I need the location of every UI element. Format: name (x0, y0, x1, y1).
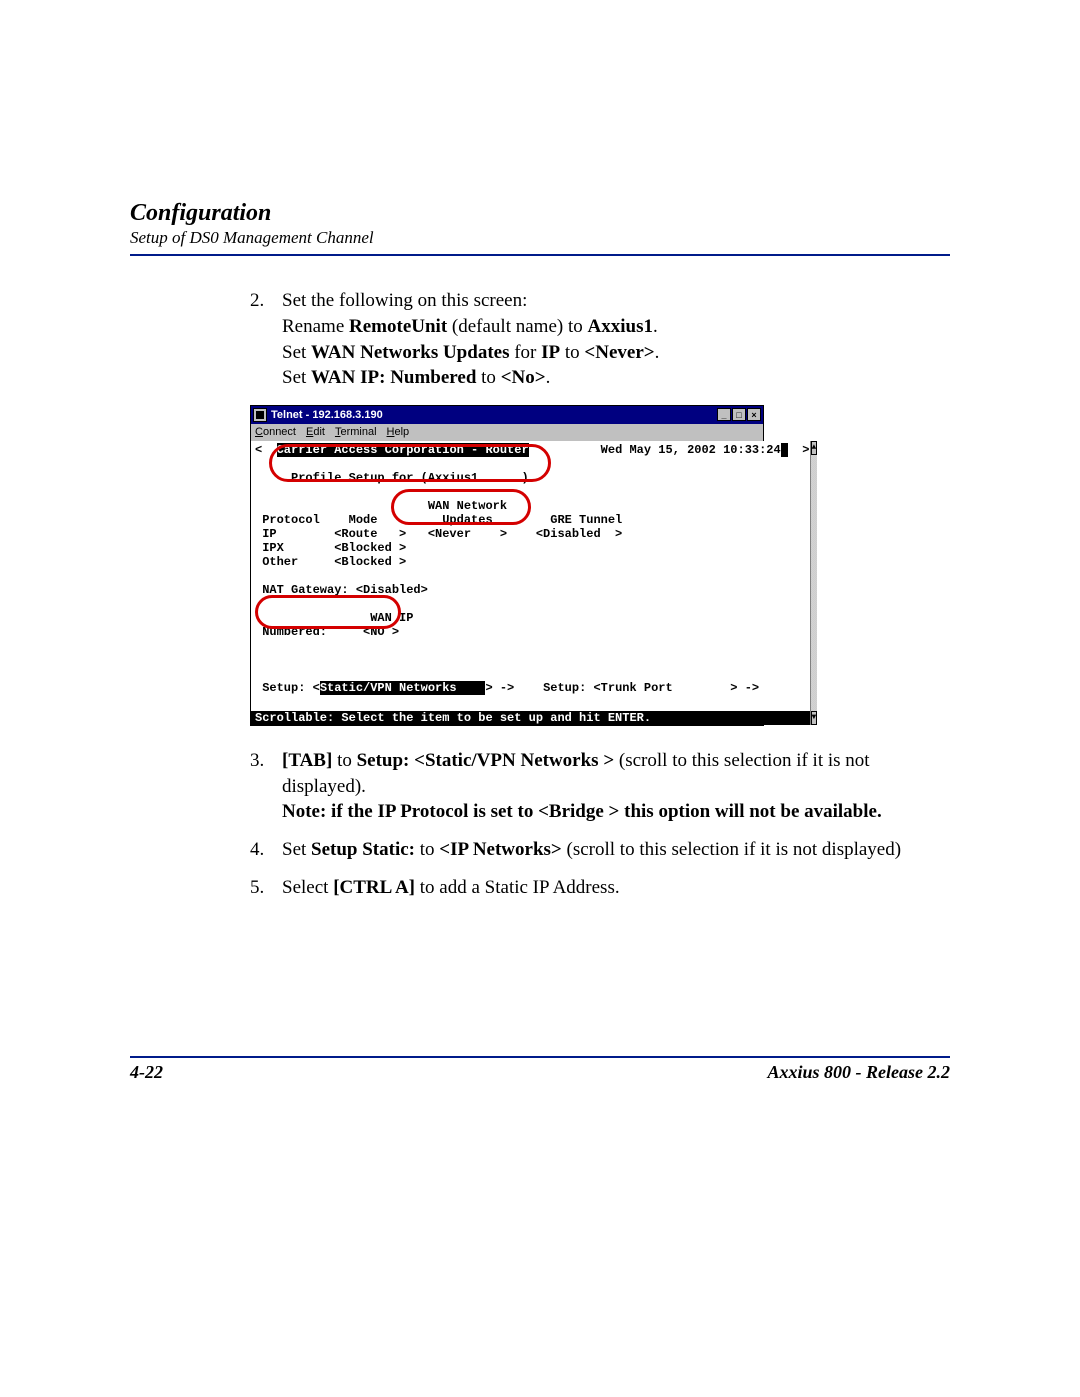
header-rule (130, 254, 950, 256)
term-line: < Carrier Access Corporation - Router We… (251, 443, 810, 457)
scroll-up-button[interactable]: ▲ (811, 441, 818, 455)
term-line: IP <Route > <Never > <Disabled > (251, 527, 810, 541)
bold: WAN IP: Numbered (311, 367, 476, 388)
text: Set (282, 367, 311, 388)
page-subtitle: Setup of DS0 Management Channel (130, 228, 950, 248)
step-index: 4. (250, 837, 282, 863)
bold: Setup Static: (311, 839, 415, 860)
step-3: 3. [TAB] to Setup: <Static/VPN Networks … (250, 748, 950, 825)
term-line: Profile Setup for (Axxius1 ) (251, 471, 810, 485)
step-4: 4. Set Setup Static: to <IP Networks> (s… (250, 837, 950, 863)
menu-help[interactable]: Help (387, 425, 410, 439)
product-release: Axxius 800 - Release 2.2 (768, 1062, 951, 1083)
bold: Axxius1 (588, 316, 653, 337)
text: . (653, 316, 658, 337)
text: to (415, 839, 439, 860)
inverse-text: Static/VPN Networks (320, 681, 486, 695)
step-index: 3. (250, 748, 282, 825)
bold: WAN Networks Updates (311, 342, 509, 363)
bold: RemoteUnit (349, 316, 447, 337)
step-2: 2. Set the following on this screen: Ren… (250, 288, 950, 391)
menu-edit[interactable]: Edit (306, 425, 325, 439)
step-body: Set Setup Static: to <IP Networks> (scro… (282, 837, 950, 863)
bold: <Never> (584, 342, 654, 363)
scrollbar[interactable]: ▲ ▼ (810, 441, 818, 725)
key-label: [TAB] (282, 750, 332, 771)
inverse-text: Carrier Access Corporation - Router (277, 443, 529, 457)
page-number: 4-22 (130, 1062, 163, 1083)
term-line (251, 667, 810, 681)
text: Set the following on this screen: (282, 290, 527, 311)
bold: Setup: <Static/VPN Networks > (357, 750, 615, 771)
page-title: Configuration (130, 200, 950, 226)
menu-terminal[interactable]: Terminal (335, 425, 377, 439)
term-line: Setup: <Static/VPN Networks > -> Setup: … (251, 681, 810, 695)
bold: <IP Networks> (439, 839, 561, 860)
term-line (251, 485, 810, 499)
step-index: 2. (250, 288, 282, 391)
term-line: Numbered: <NO > (251, 625, 810, 639)
text: Set (282, 839, 311, 860)
close-button[interactable]: × (747, 408, 761, 421)
term-line: WAN IP (251, 611, 810, 625)
text: Select (282, 877, 333, 898)
text: . (546, 367, 551, 388)
key-label: [CTRL A] (333, 877, 415, 898)
text: Rename (282, 316, 349, 337)
menubar: Connect Edit Terminal Help (251, 424, 763, 441)
minimize-button[interactable]: _ (717, 408, 731, 421)
page-footer: 4-22 Axxius 800 - Release 2.2 (130, 1056, 950, 1083)
term-line (251, 653, 810, 667)
bold: <No> (501, 367, 546, 388)
window-title: Telnet - 192.168.3.190 (271, 408, 383, 422)
term-line (251, 457, 810, 471)
step-index: 5. (250, 875, 282, 901)
titlebar[interactable]: Telnet - 192.168.3.190 _ □ × (251, 406, 763, 424)
text: to (476, 367, 500, 388)
maximize-button[interactable]: □ (732, 408, 746, 421)
text: to (560, 342, 584, 363)
status-line: Scrollable: Select the item to be set up… (251, 711, 810, 725)
scroll-down-button[interactable]: ▼ (811, 711, 818, 725)
term-line (251, 597, 810, 611)
bold: IP (541, 342, 560, 363)
term-line: IPX <Blocked > (251, 541, 810, 555)
text: for (509, 342, 541, 363)
term-line: Protocol Mode Updates GRE Tunnel (251, 513, 810, 527)
terminal-area[interactable]: < Carrier Access Corporation - Router We… (251, 441, 810, 725)
text: . (655, 342, 660, 363)
text: to (332, 750, 356, 771)
text: Set (282, 342, 311, 363)
step-body: [TAB] to Setup: <Static/VPN Networks > (… (282, 748, 950, 825)
cursor (781, 443, 788, 457)
term-line: WAN Network (251, 499, 810, 513)
scroll-track[interactable] (811, 455, 818, 711)
menu-connect[interactable]: Connect (255, 425, 296, 439)
term-line (251, 569, 810, 583)
text: (scroll to this selection if it is not d… (562, 839, 901, 860)
step-body: Set the following on this screen: Rename… (282, 288, 950, 391)
term-line (251, 639, 810, 653)
step-body: Select [CTRL A] to add a Static IP Addre… (282, 875, 950, 901)
text: (default name) to (447, 316, 587, 337)
text: to add a Static IP Address. (415, 877, 620, 898)
telnet-window: Telnet - 192.168.3.190 _ □ × Connect Edi… (250, 405, 764, 726)
term-line: NAT Gateway: <Disabled> (251, 583, 810, 597)
step-5: 5. Select [CTRL A] to add a Static IP Ad… (250, 875, 950, 901)
footer-rule (130, 1056, 950, 1058)
body-content: 2. Set the following on this screen: Ren… (250, 288, 950, 900)
note-bold: Note: if the IP Protocol is set to <Brid… (282, 801, 882, 822)
app-icon (253, 408, 267, 422)
term-line: Other <Blocked > (251, 555, 810, 569)
